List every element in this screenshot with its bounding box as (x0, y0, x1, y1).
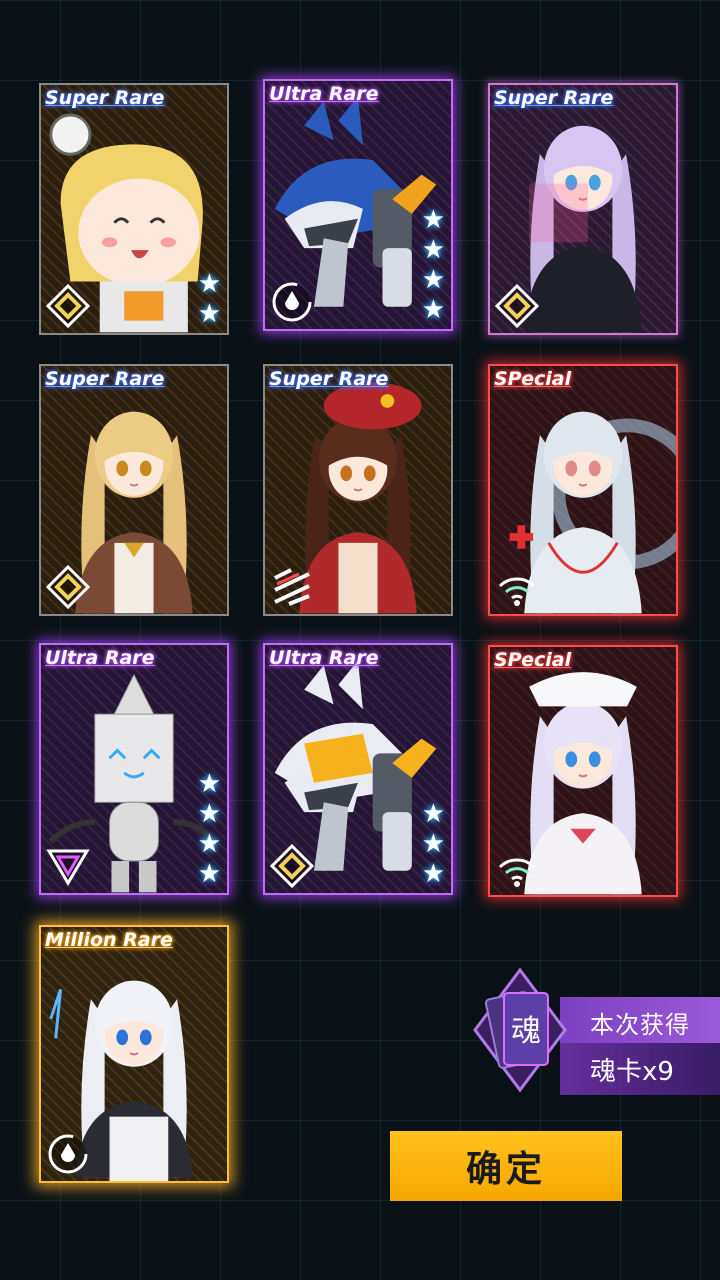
rarity-label: Super Rare (45, 87, 165, 109)
star-icon: ★ (421, 799, 445, 829)
card-1[interactable]: Super Rare ★ ★ (39, 83, 229, 335)
star-rating: ★ ★ ★ ★ (422, 205, 445, 325)
triangle-icon (46, 849, 90, 886)
card-8[interactable]: Ultra Rare ★ ★ ★ (263, 643, 453, 895)
confirm-button[interactable]: 确定 (390, 1131, 622, 1201)
star-rating: ★ ★ ★ (422, 799, 445, 889)
reward-count: 魂卡x9 (590, 1057, 674, 1087)
card-6[interactable]: SPecial (488, 364, 678, 616)
slash-icon (274, 568, 310, 606)
soul-card-icon: 魂 (473, 967, 567, 1093)
reward-strip: 本次获得 魂卡x9 (560, 997, 720, 1095)
star-rating: ★ ★ (198, 269, 221, 329)
star-icon: ★ (421, 295, 445, 325)
star-icon: ★ (197, 799, 221, 829)
card-5[interactable]: Super Rare (263, 364, 453, 616)
wifi-icon (498, 858, 536, 887)
rarity-label: Ultra Rare (45, 647, 155, 669)
star-icon: ★ (421, 235, 445, 265)
diamond-icon (494, 283, 540, 329)
rarity-label: Super Rare (269, 368, 389, 390)
star-rating: ★ ★ ★ ★ (198, 769, 221, 889)
diamond-icon (269, 843, 315, 889)
soul-card-char: 魂 (511, 1014, 541, 1049)
card-10[interactable]: Million Rare (39, 925, 229, 1183)
star-icon: ★ (197, 769, 221, 799)
reward-panel: 本次获得 魂卡x9 魂 (470, 965, 720, 1095)
diamond-icon (45, 564, 91, 610)
rarity-label: Super Rare (494, 87, 614, 109)
card-7[interactable]: Ultra Rare ★ ★ ★ ★ (39, 643, 229, 895)
card-4[interactable]: Super Rare (39, 364, 229, 616)
rarity-label: SPecial (494, 649, 572, 671)
star-icon: ★ (421, 829, 445, 859)
star-icon: ★ (421, 859, 445, 889)
wifi-icon (498, 577, 536, 606)
card-9[interactable]: SPecial (488, 645, 678, 897)
star-icon: ★ (197, 859, 221, 889)
card-3[interactable]: Super Rare (488, 83, 678, 335)
rarity-label: Million Rare (45, 929, 173, 951)
star-icon: ★ (421, 205, 445, 235)
star-icon: ★ (197, 299, 221, 329)
reward-title: 本次获得 (590, 1011, 690, 1039)
rarity-label: Ultra Rare (269, 83, 379, 105)
diamond-icon (45, 283, 91, 329)
star-icon: ★ (197, 829, 221, 859)
card-2[interactable]: Ultra Rare ★ ★ ★ ★ (263, 79, 453, 331)
drop-circle-icon (48, 1134, 88, 1174)
rarity-label: Super Rare (45, 368, 165, 390)
star-icon: ★ (197, 269, 221, 299)
rarity-label: Ultra Rare (269, 647, 379, 669)
rarity-label: SPecial (494, 368, 572, 390)
drop-circle-icon (272, 282, 312, 322)
star-icon: ★ (421, 265, 445, 295)
